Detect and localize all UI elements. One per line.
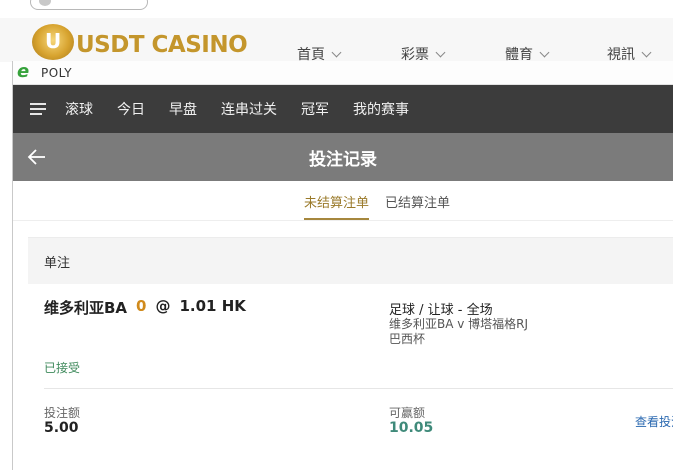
tab-settled[interactable]: 已结算注单 (385, 192, 450, 211)
bet-status: 已接受 (44, 361, 81, 375)
menu-item-early[interactable]: 早盘 (169, 99, 197, 119)
page-title: 投注记录 (309, 149, 377, 170)
menu-item-my-events[interactable]: 我的赛事 (353, 99, 409, 119)
hamburger-menu-icon[interactable] (13, 85, 65, 133)
bet-selection: 维多利亚BA 0 @ 1.01 HK (44, 297, 246, 318)
view-bet-link[interactable]: 查看投注 (635, 413, 673, 430)
ie-browser-icon: e (17, 60, 30, 82)
bet-at-symbol: @ (155, 297, 171, 315)
sports-menubar: 滚球 今日 早盘 连串过关 冠军 我的赛事 (13, 85, 673, 133)
bet-card: 维多利亚BA 0 @ 1.01 HK 足球 / 让球 - 全场 维多利亚BA v… (28, 284, 673, 470)
win-label: 可赢额 (389, 406, 426, 420)
chevron-down-icon (539, 47, 550, 57)
menu-item-parlay[interactable]: 连串过关 (221, 99, 277, 119)
casino-logo-text: USDT CASINO (76, 32, 248, 58)
divider (44, 388, 673, 389)
page-header: 投注记录 (13, 133, 673, 181)
bet-league: 巴西杯 (389, 332, 426, 346)
bet-tabs: 未结算注单 已结算注单 (13, 181, 673, 221)
chevron-down-icon (331, 47, 342, 57)
bet-list: 单注 维多利亚BA 0 @ 1.01 HK 足球 / 让球 - 全场 维多利亚B… (28, 237, 673, 470)
bet-score: 0 (136, 297, 147, 315)
back-arrow-icon[interactable] (27, 147, 47, 167)
background-search-pill[interactable] (30, 0, 148, 10)
active-tab-indicator (304, 218, 369, 220)
tab-unsettled[interactable]: 未结算注单 (304, 192, 369, 211)
chevron-down-icon (435, 47, 446, 57)
bet-odds: 1.01 HK (179, 297, 246, 315)
win-value: 10.05 (389, 420, 434, 436)
section-single-bets: 单注 (28, 237, 673, 284)
background-website: U USDT CASINO 首頁 彩票 體育 視訊 (0, 0, 673, 63)
stake-value: 5.00 (44, 420, 79, 436)
casino-logo[interactable]: U USDT CASINO (32, 24, 248, 60)
emblem-letter: U (45, 29, 62, 53)
background-topbar (0, 0, 673, 18)
casino-emblem-icon: U (32, 24, 74, 60)
menu-item-outright[interactable]: 冠军 (301, 99, 329, 119)
chevron-down-icon (641, 47, 652, 57)
popup-title: POLY (41, 65, 73, 80)
bet-team: 维多利亚BA (44, 299, 128, 317)
menu-item-today[interactable]: 今日 (117, 99, 145, 119)
pill-icon (39, 0, 51, 6)
stake-label: 投注额 (44, 406, 81, 420)
menu-item-inplay[interactable]: 滚球 (65, 99, 93, 119)
popup-titlebar[interactable]: e POLY (13, 61, 673, 85)
